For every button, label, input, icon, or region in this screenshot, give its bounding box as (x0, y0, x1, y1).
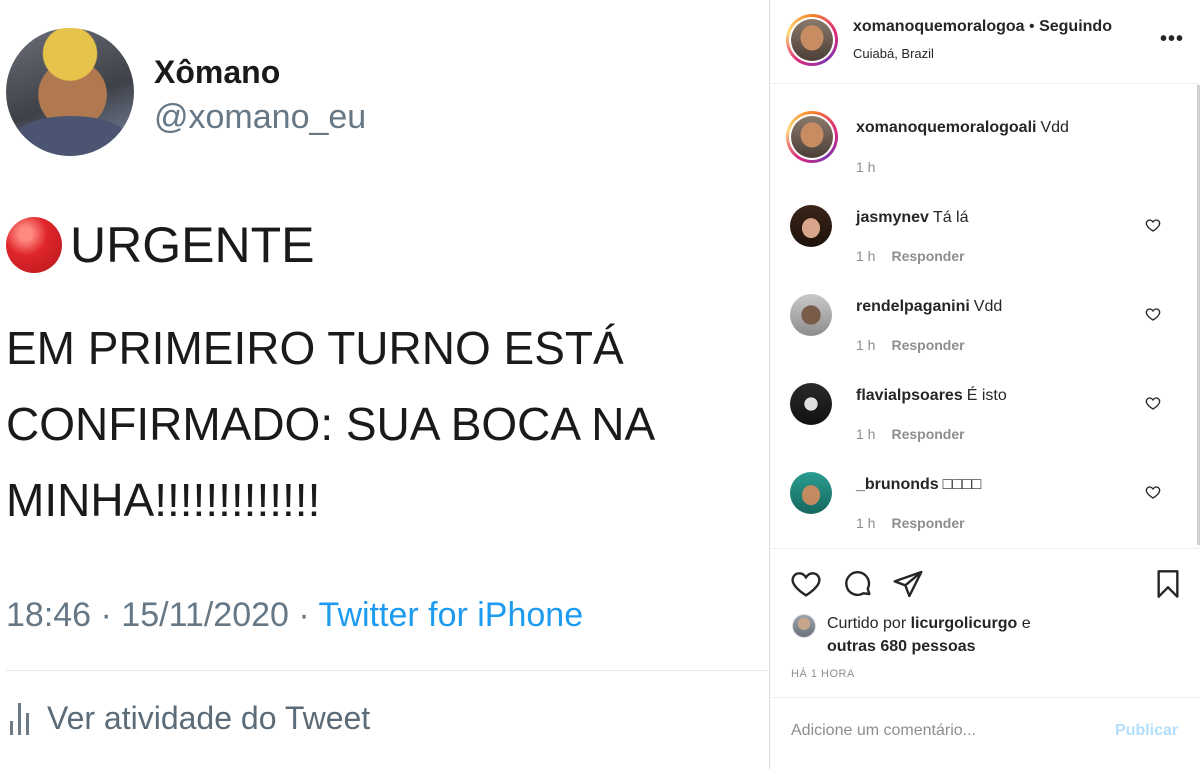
following-button[interactable]: Seguindo (1039, 18, 1112, 35)
avatar[interactable] (790, 383, 832, 425)
heart-icon[interactable] (1145, 484, 1161, 500)
avatar[interactable] (790, 205, 832, 247)
heart-icon[interactable] (1145, 395, 1161, 411)
liker-avatar[interactable] (792, 614, 816, 638)
post-actions (770, 564, 1200, 604)
likes-mid: e (1017, 615, 1031, 632)
tweet-screenshot: Xômano @xomano_eu URGENTE EM PRIMEIRO TU… (0, 0, 768, 769)
avatar[interactable] (790, 294, 832, 336)
tweet-headline-text: URGENTE (70, 217, 315, 273)
tweet-handle: @xomano_eu (154, 98, 367, 136)
likes-prefix: Curtido por (827, 615, 911, 632)
caption-time: 1 h (856, 159, 876, 175)
red-circle-icon (6, 217, 62, 273)
comment-text: □□□□ (942, 476, 982, 493)
comment-text: Tá lá (932, 209, 969, 226)
caption-text: Vdd (1040, 119, 1069, 136)
comment-input[interactable] (791, 722, 1091, 740)
reply-button[interactable]: Responder (891, 426, 964, 442)
heart-icon[interactable] (1145, 306, 1161, 322)
comment-time: 1 h (856, 426, 876, 442)
comment-text: É isto (966, 387, 1007, 404)
comment-icon[interactable] (842, 568, 874, 600)
comment-username[interactable]: flavialpsoares (856, 387, 963, 404)
add-comment-bar: Publicar (770, 697, 1200, 769)
tweet-body: EM PRIMEIRO TURNO ESTÁ CONFIRMADO: SUA B… (6, 322, 653, 526)
reply-button[interactable]: Responder (891, 337, 964, 353)
separator-dot: • (1024, 18, 1040, 35)
post-location[interactable]: Cuiabá, Brazil (853, 46, 934, 61)
poster-username-line: xomanoquemoralogoa • Seguindo (853, 18, 1112, 36)
comments-list[interactable]: xomanoquemoralogoali Vdd 1 h jasmynev Tá l… (770, 85, 1200, 549)
share-icon[interactable] (892, 568, 924, 600)
caption-line: xomanoquemoralogoali Vdd (856, 119, 1069, 137)
reply-button[interactable]: Responder (891, 515, 964, 531)
comment-time: 1 h (856, 248, 876, 264)
like-heart-icon[interactable] (790, 568, 822, 600)
likes-others[interactable]: outras 680 pessoas (827, 638, 976, 655)
tweet-activity-link[interactable]: Ver atividade do Tweet (10, 700, 370, 737)
caption-avatar[interactable] (786, 111, 838, 163)
comment-username[interactable]: rendelpaganini (856, 298, 970, 315)
comment-username[interactable]: _brunonds (856, 476, 939, 493)
tweet-source-link[interactable]: Twitter for iPhone (319, 596, 584, 634)
bookmark-icon[interactable] (1152, 568, 1184, 600)
more-options-icon[interactable]: ••• (1160, 29, 1184, 49)
heart-icon[interactable] (1145, 217, 1161, 233)
poster-avatar[interactable] (786, 14, 838, 66)
publish-button[interactable]: Publicar (1115, 722, 1178, 740)
tweet-author-avatar (6, 28, 134, 156)
tweet-time: 18:46 · 15/11/2020 · (6, 596, 319, 634)
comment-time: 1 h (856, 337, 876, 353)
bar-chart-icon (10, 702, 29, 735)
post-header: xomanoquemoralogoa • Seguindo Cuiabá, Br… (770, 0, 1200, 84)
tweet-activity-label: Ver atividade do Tweet (47, 700, 371, 736)
poster-username[interactable]: xomanoquemoralogoa (853, 18, 1025, 35)
caption-username[interactable]: xomanoquemoralogoali (856, 119, 1036, 136)
tweet-headline: URGENTE (6, 216, 314, 274)
divider (6, 670, 768, 671)
reply-button[interactable]: Responder (891, 248, 964, 264)
post-time-ago[interactable]: HÁ 1 HORA (791, 668, 855, 680)
liker-username[interactable]: licurgolicurgo (911, 615, 1018, 632)
comment-text: Vdd (973, 298, 1003, 315)
instagram-post-panel: xomanoquemoralogoa • Seguindo Cuiabá, Br… (769, 0, 1200, 769)
comment-time: 1 h (856, 515, 876, 531)
avatar[interactable] (790, 472, 832, 514)
tweet-timestamp: 18:46 · 15/11/2020 · Twitter for iPhone (6, 596, 583, 635)
tweet-display-name: Xômano (154, 54, 281, 90)
comment-username[interactable]: jasmynev (856, 209, 929, 226)
